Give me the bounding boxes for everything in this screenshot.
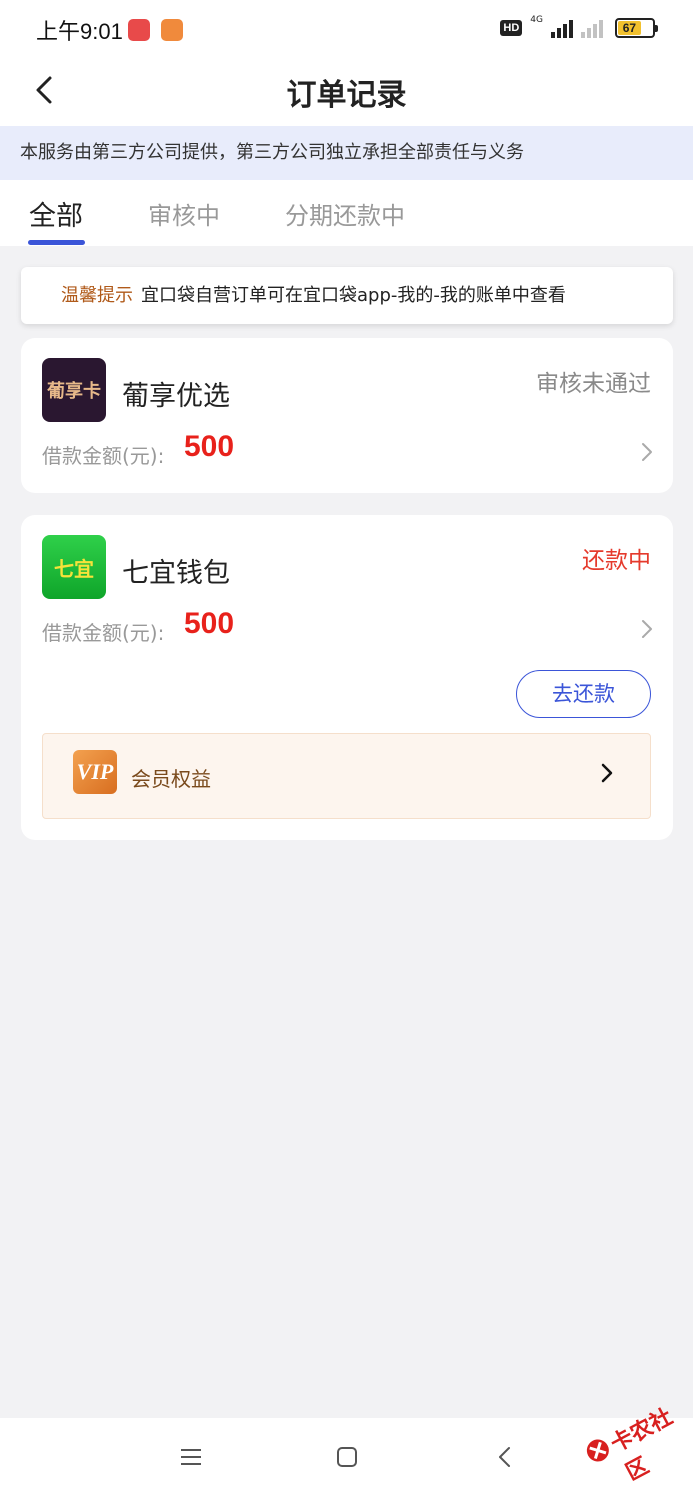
status-indicators: HD 4G 67 xyxy=(500,15,658,38)
product-logo: 七宜 xyxy=(42,535,106,599)
battery-icon: 67 xyxy=(615,18,658,38)
tab-all[interactable]: 全部 xyxy=(29,194,83,233)
app-header: 订单记录 xyxy=(0,60,693,126)
product-name: 葡享优选 xyxy=(122,381,230,412)
chevron-right-icon[interactable] xyxy=(639,440,655,464)
amount-value: 500 xyxy=(184,607,235,640)
back-icon[interactable] xyxy=(496,1446,514,1468)
chevron-right-icon[interactable] xyxy=(639,617,655,641)
chevron-right-icon xyxy=(601,763,613,783)
repay-button[interactable]: 去还款 xyxy=(516,670,651,718)
tip-text: 宜口袋自营订单可在宜口袋app-我的-我的账单中查看 xyxy=(141,285,566,306)
tab-installment[interactable]: 分期还款中 xyxy=(285,196,405,231)
tab-bar: 全部 审核中 分期还款中 xyxy=(0,180,693,246)
network-type: 4G xyxy=(530,15,543,25)
amount-value: 500 xyxy=(184,430,235,463)
order-card[interactable]: 葡享卡 葡享优选 审核未通过 借款金额(元): 500 xyxy=(21,338,673,493)
hd-icon: HD xyxy=(500,20,523,36)
vip-label: 会员权益 xyxy=(131,767,211,791)
battery-level: 67 xyxy=(618,21,641,35)
signal-weak-icon xyxy=(581,18,603,38)
order-status: 还款中 xyxy=(582,548,651,574)
status-bar: 上午9:01 HD 4G 67 xyxy=(0,0,693,60)
page-title: 订单记录 xyxy=(286,78,407,113)
product-name: 七宜钱包 xyxy=(122,558,230,589)
product-logo: 葡享卡 xyxy=(42,358,106,422)
menu-icon[interactable] xyxy=(180,1446,202,1468)
vip-benefits-row[interactable]: VIP 会员权益 xyxy=(42,733,651,819)
order-card[interactable]: 七宜 七宜钱包 还款中 借款金额(元): 500 去还款 VIP 会员权益 xyxy=(21,515,673,840)
amount-label: 借款金额(元): xyxy=(42,444,165,468)
tip-label: 温馨提示 xyxy=(61,285,133,306)
vip-icon: VIP xyxy=(73,750,117,794)
amount-label: 借款金额(元): xyxy=(42,621,165,645)
home-icon[interactable] xyxy=(336,1446,358,1468)
signal-icon xyxy=(551,18,573,38)
notification-app-icon xyxy=(128,19,150,41)
notification-app-icon-2 xyxy=(161,19,183,41)
status-time: 上午9:01 xyxy=(36,19,123,44)
tab-reviewing[interactable]: 审核中 xyxy=(148,196,220,231)
tab-active-indicator xyxy=(28,240,85,245)
notice-banner: 本服务由第三方公司提供，第三方公司独立承担全部责任与义务 xyxy=(0,126,693,180)
tip-card: 温馨提示 宜口袋自营订单可在宜口袋app-我的-我的账单中查看 xyxy=(21,267,673,324)
order-status: 审核未通过 xyxy=(536,371,651,397)
